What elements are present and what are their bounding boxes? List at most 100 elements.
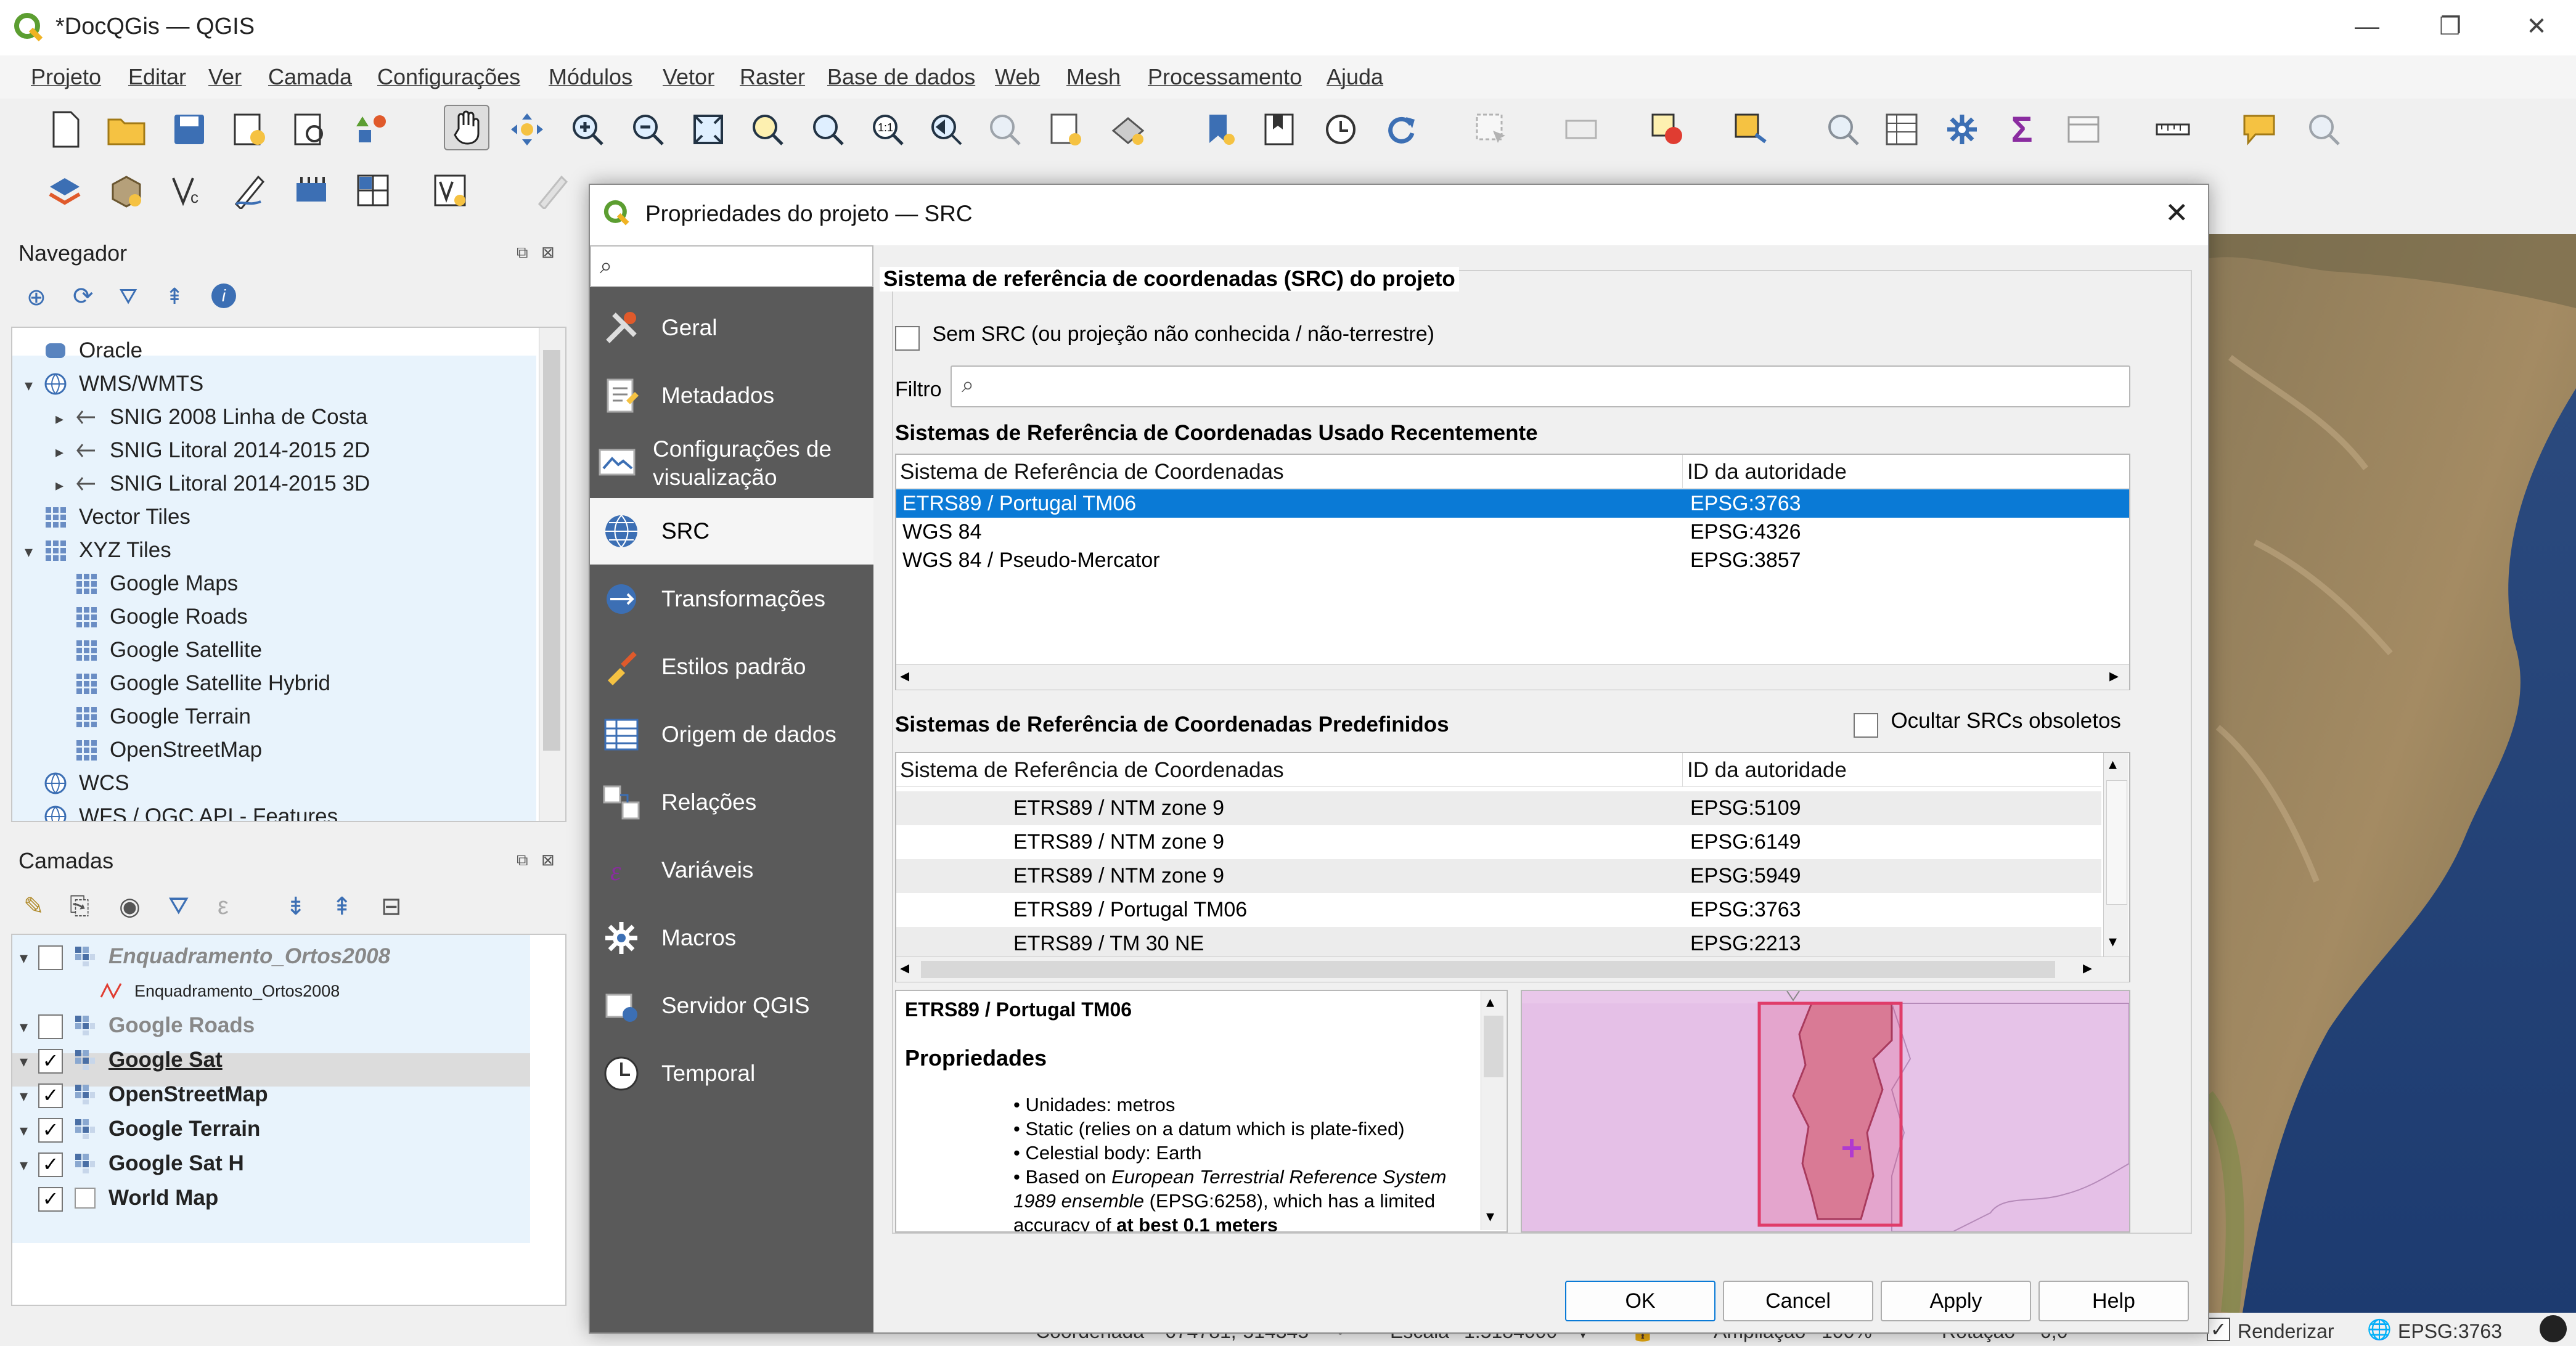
scroll-right-icon[interactable]: ▸	[2109, 665, 2119, 687]
menu-modulos[interactable]: Módulos	[549, 64, 632, 90]
menu-raster[interactable]: Raster	[740, 64, 805, 90]
render-checkbox[interactable]: ✓	[2207, 1318, 2230, 1341]
show-bookmarks-icon[interactable]	[1257, 108, 1301, 151]
details-vscrollbar[interactable]: ▴ ▾	[1481, 991, 1506, 1230]
info-icon[interactable]: i	[211, 283, 236, 308]
remove-layer-icon[interactable]: ⊟	[381, 892, 402, 921]
crs-filter-input[interactable]: ⌕	[951, 365, 2130, 407]
menu-projeto[interactable]: Projeto	[31, 64, 101, 90]
layer-item[interactable]: ▾ Google Roads	[20, 1009, 255, 1042]
expand-arrow-icon[interactable]: ▾	[20, 1114, 38, 1147]
expand-arrow-icon[interactable]: ▾	[20, 1079, 38, 1112]
expand-arrow-icon[interactable]: ▾	[20, 1010, 38, 1043]
help-button[interactable]: Help	[2038, 1281, 2189, 1321]
predef-scroll-left-icon[interactable]: ◂	[900, 957, 909, 979]
predefined-crs-row[interactable]: ETRS89 / NTM zone 9 EPSG:6149	[896, 825, 2101, 859]
digitize-tool-icon[interactable]	[428, 169, 472, 212]
menu-processamento[interactable]: Processamento	[1148, 64, 1302, 90]
save-project-icon[interactable]	[168, 108, 211, 151]
menu-base-de-dados[interactable]: Base de dados	[827, 64, 975, 90]
browser-item[interactable]: ▸ SNIG 2008 Linha de Costa	[55, 401, 367, 434]
select-features-icon[interactable]	[1470, 108, 1513, 151]
collapse-all-layers-icon[interactable]: ⇞	[332, 892, 353, 921]
sidebar-item[interactable]: Relações	[590, 769, 873, 836]
new-virtual-layer-icon[interactable]	[351, 169, 395, 212]
menu-ajuda[interactable]: Ajuda	[1327, 64, 1383, 90]
new-print-layout-icon[interactable]	[228, 108, 271, 151]
layer-visibility-checkbox[interactable]: ✓	[38, 1152, 63, 1177]
browser-item[interactable]: Google Roads	[55, 600, 248, 634]
pan-map-icon[interactable]	[444, 105, 489, 150]
browser-item[interactable]: ▾ XYZ Tiles	[25, 534, 171, 567]
menu-configuracoes[interactable]: Configurações	[377, 64, 520, 90]
sidebar-search-box[interactable]: ⌕	[590, 245, 873, 287]
browser-item[interactable]: ▾ WMS/WMTS	[25, 367, 203, 401]
browser-item[interactable]: Google Maps	[55, 567, 238, 600]
predefined-crs-row[interactable]: ETRS89 / TM 30 NE EPSG:2213	[896, 927, 2101, 961]
layers-panel-float-icon[interactable]: ⧉	[517, 850, 528, 870]
hide-deprecated-checkbox[interactable]	[1854, 712, 1878, 738]
zoom-last-icon[interactable]	[925, 108, 968, 151]
style-layer-icon[interactable]: ✎	[23, 892, 44, 921]
layer-visibility-checkbox[interactable]: ✓	[38, 1048, 63, 1074]
digitize-vertices-icon[interactable]: c	[166, 169, 210, 212]
hide-deprecated-option[interactable]: Ocultar SRCs obsoletos	[1854, 709, 2121, 738]
recent-hscrollbar[interactable]: ◂ ▸	[896, 664, 2129, 690]
open-project-icon[interactable]	[105, 108, 148, 151]
sidebar-item[interactable]: Temporal	[590, 1040, 873, 1107]
layer-visibility-checkbox[interactable]: ✓	[38, 1083, 63, 1108]
layout-manager-icon[interactable]	[288, 108, 332, 151]
expand-arrow-icon[interactable]: ▸	[55, 435, 74, 468]
sidebar-item[interactable]: SRC	[590, 498, 873, 565]
filter-browser-icon[interactable]: ⛛	[119, 283, 137, 310]
ok-button[interactable]: OK	[1565, 1281, 1715, 1321]
layer-item[interactable]: ✓ World Map	[20, 1181, 218, 1215]
layer-visibility-checkbox[interactable]	[38, 945, 63, 970]
no-crs-option[interactable]: Sem SRC (ou projeção não conhecida / não…	[895, 322, 1434, 351]
new-bookmark-icon[interactable]	[1199, 108, 1242, 151]
sidebar-item[interactable]: Estilos padrão	[590, 634, 873, 700]
new-geopackage-icon[interactable]	[105, 169, 148, 212]
sidebar-item[interactable]: Metadados	[590, 362, 873, 429]
predefined-crs-row[interactable]: ETRS89 / Portugal TM06 EPSG:3763	[896, 893, 2101, 927]
add-selected-layers-icon[interactable]: ⊕	[27, 283, 46, 311]
scroll-down-icon[interactable]: ▾	[2109, 932, 2117, 951]
measure-line-icon[interactable]	[2151, 108, 2194, 151]
scroll-left-icon[interactable]: ◂	[900, 665, 909, 687]
layer-item[interactable]: ▾ ✓ Google Sat	[20, 1043, 223, 1077]
sidebar-item[interactable]: Macros	[590, 905, 873, 971]
layer-visibility-checkbox[interactable]: ✓	[38, 1117, 63, 1143]
recent-crs-row[interactable]: WGS 84 EPSG:4326	[896, 518, 2129, 546]
digitize-pen-icon[interactable]	[228, 169, 271, 212]
layer-item[interactable]: ▾ ✓ Google Sat H	[20, 1147, 244, 1180]
open-field-calculator-icon[interactable]	[2062, 108, 2105, 151]
new-project-icon[interactable]	[44, 108, 88, 151]
sidebar-item[interactable]: ε Variáveis	[590, 837, 873, 903]
sidebar-item[interactable]: Origem de dados	[590, 701, 873, 768]
browser-item[interactable]: Google Satellite	[55, 634, 262, 667]
edit-pencil-icon[interactable]	[530, 169, 573, 212]
expand-arrow-icon[interactable]: ▾	[20, 1148, 38, 1181]
expand-arrow-icon[interactable]: ▸	[55, 402, 74, 435]
zoom-to-selection-icon[interactable]	[746, 108, 789, 151]
expand-arrow-icon[interactable]: ▾	[20, 941, 38, 974]
statistics-sum-icon[interactable]: Σ	[2000, 108, 2043, 151]
crs-globe-icon[interactable]: 🌐	[2367, 1318, 2392, 1341]
zoom-native-icon[interactable]: 1:1	[866, 108, 909, 151]
expand-arrow-icon[interactable]: ▾	[25, 369, 43, 402]
recent-crs-row[interactable]: ETRS89 / Portugal TM06 EPSG:3763	[896, 489, 2129, 518]
layer-visibility-checkbox[interactable]	[38, 1014, 63, 1039]
browser-item[interactable]: ▸ SNIG Litoral 2014-2015 3D	[55, 467, 370, 500]
browser-item[interactable]: WCS	[25, 767, 129, 800]
crs-status-value[interactable]: EPSG:3763	[2398, 1320, 2502, 1343]
recent-crs-row[interactable]: WGS 84 / Pseudo-Mercator EPSG:3857	[896, 546, 2129, 574]
sidebar-item[interactable]: Transformações	[590, 566, 873, 632]
browser-item[interactable]: Google Satellite Hybrid	[55, 667, 330, 700]
data-source-manager-icon[interactable]	[43, 169, 86, 212]
scroll-up-icon[interactable]: ▴	[2109, 754, 2117, 773]
messages-icon[interactable]	[2540, 1315, 2567, 1342]
dialog-close-button[interactable]: ✕	[2165, 196, 2189, 229]
cancel-button[interactable]: Cancel	[1723, 1281, 1873, 1321]
refresh-browser-icon[interactable]: ⟳	[73, 282, 94, 311]
predef-scroll-right-icon[interactable]: ▸	[2083, 957, 2092, 979]
